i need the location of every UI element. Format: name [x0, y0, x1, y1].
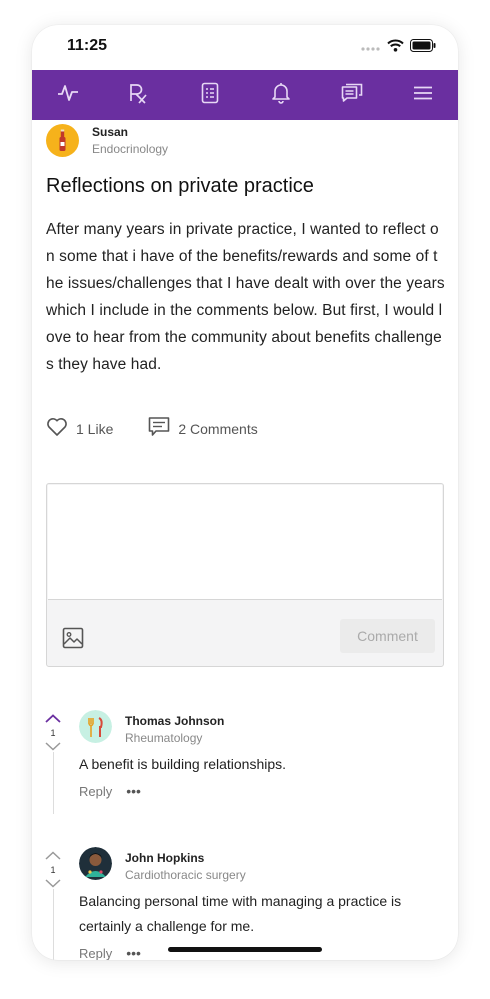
upvote-icon[interactable]: [45, 710, 61, 727]
upvote-icon[interactable]: [45, 847, 61, 864]
post-author[interactable]: Susan Endocrinology: [46, 124, 168, 157]
chat-icon: [341, 83, 363, 108]
status-icons: [361, 39, 436, 57]
home-indicator[interactable]: [168, 947, 322, 952]
reply-button[interactable]: Reply: [79, 784, 112, 799]
vote-count: 1: [50, 865, 56, 875]
author-name: Susan: [92, 125, 129, 139]
vote-count: 1: [50, 728, 56, 738]
vote-control: 1: [45, 710, 61, 756]
vote-control: 1: [45, 847, 61, 893]
more-options-icon[interactable]: •••: [126, 945, 141, 960]
comment-composer: Comment: [46, 483, 444, 667]
avatar: [46, 124, 79, 157]
nav-notifications[interactable]: [261, 75, 301, 115]
comment-input[interactable]: [48, 485, 442, 600]
comment-item: 1 Thomas Johnson Rheumatology A benefit …: [32, 710, 458, 830]
status-bar: 11:25: [32, 25, 458, 70]
reply-button[interactable]: Reply: [79, 946, 112, 961]
comment-text: A benefit is building relationships.: [79, 756, 287, 772]
comments-button[interactable]: 2 Comments: [148, 416, 258, 441]
comment-author-specialty: Cardiothoracic surgery: [125, 868, 246, 882]
comment-author-specialty: Rheumatology: [125, 731, 203, 745]
clipboard-icon: [201, 82, 219, 109]
comment-item: 1 John Hopkins Cardiothoracic surgery Ba…: [32, 847, 458, 960]
comment-actions: Reply •••: [79, 945, 141, 960]
nav-activity[interactable]: [48, 75, 88, 115]
post-body: After many years in private practice, I …: [46, 221, 445, 373]
wifi-icon: [387, 39, 404, 57]
post-actions: 1 Like 2 Comments: [46, 416, 293, 441]
comment-author-name: John Hopkins: [125, 851, 205, 865]
comment-icon: [148, 416, 178, 441]
comment-text: Balancing personal time with managing a …: [79, 893, 402, 934]
thread-line: [53, 889, 54, 960]
like-count: 1 Like: [76, 420, 114, 437]
post-title: Reflections on private practice: [46, 175, 314, 197]
battery-icon: [410, 39, 436, 57]
comment-author[interactable]: John Hopkins Cardiothoracic surgery: [125, 851, 246, 882]
author-specialty: Endocrinology: [92, 142, 169, 156]
comment-submit-button[interactable]: Comment: [340, 619, 435, 653]
nav-menu[interactable]: [403, 75, 443, 115]
activity-icon: [57, 83, 79, 108]
author-info: Susan Endocrinology: [92, 125, 168, 156]
bell-icon: [271, 82, 291, 109]
status-time: 11:25: [67, 37, 108, 54]
image-upload-icon[interactable]: [62, 627, 84, 654]
nav-messages[interactable]: [332, 75, 372, 115]
comment-author-name: Thomas Johnson: [125, 714, 225, 728]
comment-author[interactable]: Thomas Johnson Rheumatology: [125, 714, 224, 745]
like-button[interactable]: 1 Like: [46, 417, 113, 440]
nav-records[interactable]: [190, 75, 230, 115]
comment-actions: Reply •••: [79, 783, 141, 799]
menu-icon: [413, 86, 432, 105]
phone-frame: 11:25 Susan Endocrinology Reflections on…: [32, 25, 458, 960]
avatar: [79, 710, 112, 743]
comment-count: 2 Comments: [178, 420, 258, 437]
thread-line: [53, 752, 54, 814]
more-options-icon[interactable]: •••: [126, 783, 141, 799]
heart-icon: [46, 417, 76, 440]
nav-prescriptions[interactable]: [119, 75, 159, 115]
signal-icon: [361, 39, 381, 57]
avatar: [79, 847, 112, 880]
post-content: Susan Endocrinology Reflections on priva…: [32, 120, 458, 960]
rx-icon: [128, 82, 150, 109]
top-nav-bar: [32, 70, 458, 120]
